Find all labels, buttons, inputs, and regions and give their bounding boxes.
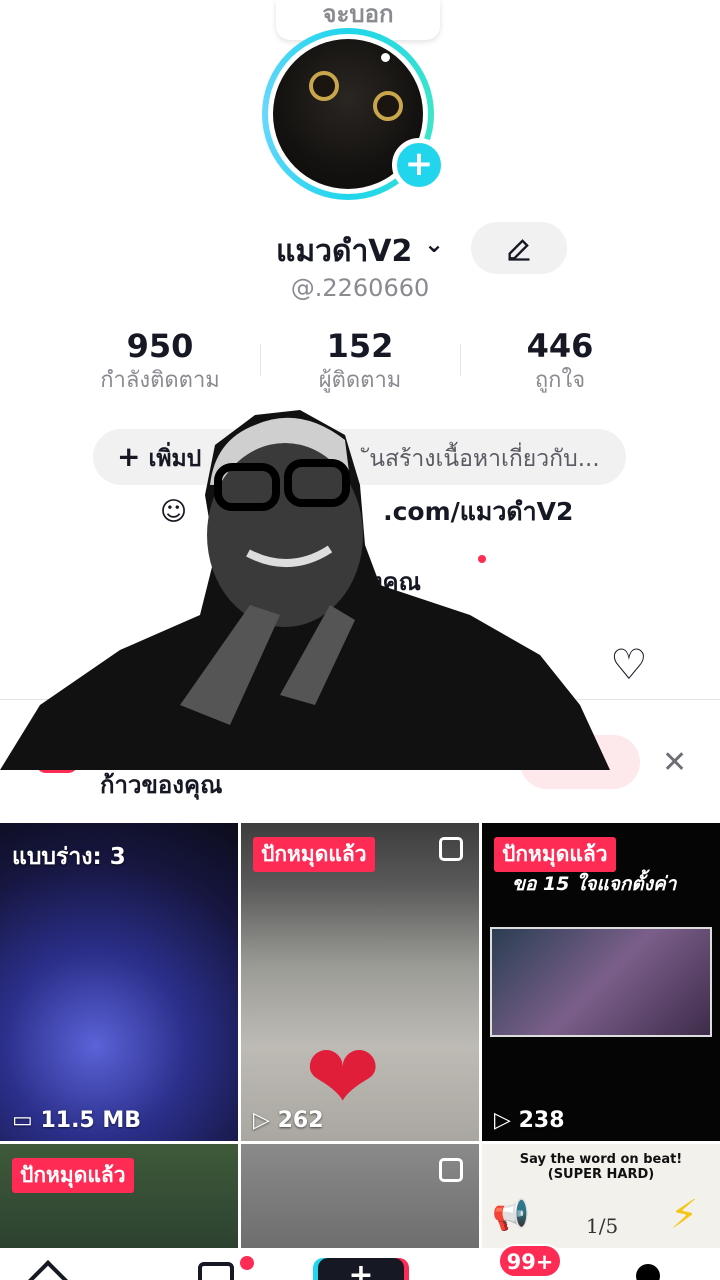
draft-size: ▭ 11.5 MB bbox=[12, 1108, 142, 1133]
video-thumbnail-drafts[interactable]: แบบร่าง: 3 ▭ 11.5 MB bbox=[0, 823, 238, 1141]
stat-following[interactable]: 950 กำลังติดตาม bbox=[60, 326, 260, 396]
notification-dot bbox=[240, 1256, 254, 1270]
bottom-navigation: + 99+ bbox=[0, 1244, 720, 1280]
video-caption: Say the word on beat! (SUPER HARD) bbox=[519, 1152, 683, 1182]
inbox-badge[interactable]: 99+ bbox=[498, 1244, 562, 1278]
tooltip-pointer-dot bbox=[381, 53, 390, 62]
view-count: ▷ 238 bbox=[494, 1108, 565, 1133]
video-thumbnail[interactable]: Say the word on beat! (SUPER HARD) 📢 1/5… bbox=[482, 1144, 720, 1248]
display-name[interactable]: แมวดำV2 bbox=[276, 228, 412, 275]
video-thumbnail[interactable]: ปักหมุดแล้ว ❤ ▷ 262 bbox=[241, 823, 479, 1141]
view-count: ▷ 262 bbox=[253, 1108, 324, 1133]
shop-icon[interactable] bbox=[198, 1262, 234, 1280]
add-avatar-plus-icon[interactable]: + bbox=[392, 138, 446, 192]
chevron-down-icon[interactable]: ⌄ bbox=[424, 230, 444, 258]
pinned-badge: ปักหมุดแล้ว bbox=[12, 1158, 134, 1193]
tab-liked-heart-icon[interactable]: ♡ bbox=[610, 640, 648, 689]
username-handle: @.2260660 bbox=[290, 274, 430, 302]
stat-followers[interactable]: 152 ผู้ติดตาม bbox=[260, 326, 460, 396]
person-sticker-overlay bbox=[0, 410, 610, 770]
cat-eye-left bbox=[309, 71, 339, 101]
banner-text: ก้าวของคุณ bbox=[100, 771, 223, 799]
video-caption: ขอ 15 ใจแจกตั้งค่า bbox=[512, 873, 677, 895]
create-button[interactable]: + bbox=[318, 1258, 404, 1280]
pencil-icon bbox=[508, 238, 530, 261]
video-grid: แบบร่าง: 3 ▭ 11.5 MB ปักหมุดแล้ว ❤ ▷ 262… bbox=[0, 823, 720, 1248]
video-thumbnail[interactable]: ปักหมุดแล้ว ขอ 15 ใจแจกตั้งค่า ▷ 238 bbox=[482, 823, 720, 1141]
close-icon[interactable]: ✕ bbox=[662, 745, 687, 780]
lightning-icon: ⚡ bbox=[670, 1192, 699, 1238]
name-row: แมวดำV2 ⌄ bbox=[0, 222, 720, 274]
drafts-label: แบบร่าง: 3 bbox=[12, 844, 126, 870]
cat-eye-right bbox=[373, 91, 403, 121]
video-thumbnail[interactable] bbox=[241, 1144, 479, 1248]
game-screenshot bbox=[490, 927, 712, 1037]
multi-photo-icon bbox=[439, 837, 463, 861]
avatar[interactable]: + bbox=[262, 28, 458, 200]
photo-page-counter: 1/5 bbox=[586, 1214, 619, 1238]
multi-photo-icon bbox=[439, 1158, 463, 1182]
profile-stats: 950 กำลังติดตาม 152 ผู้ติดตาม 446 ถูกใจ bbox=[60, 326, 660, 402]
profile-nav-icon[interactable] bbox=[636, 1264, 660, 1280]
video-thumbnail[interactable]: ปักหมุดแล้ว bbox=[0, 1144, 238, 1248]
home-icon[interactable] bbox=[26, 1260, 84, 1280]
pinned-badge: ปักหมุดแล้ว bbox=[494, 837, 616, 872]
edit-profile-button[interactable] bbox=[471, 222, 567, 274]
pinned-badge: ปักหมุดแล้ว bbox=[253, 837, 375, 872]
stat-likes[interactable]: 446 ถูกใจ bbox=[460, 326, 660, 396]
megaphone-icon: 📢 bbox=[492, 1198, 530, 1233]
